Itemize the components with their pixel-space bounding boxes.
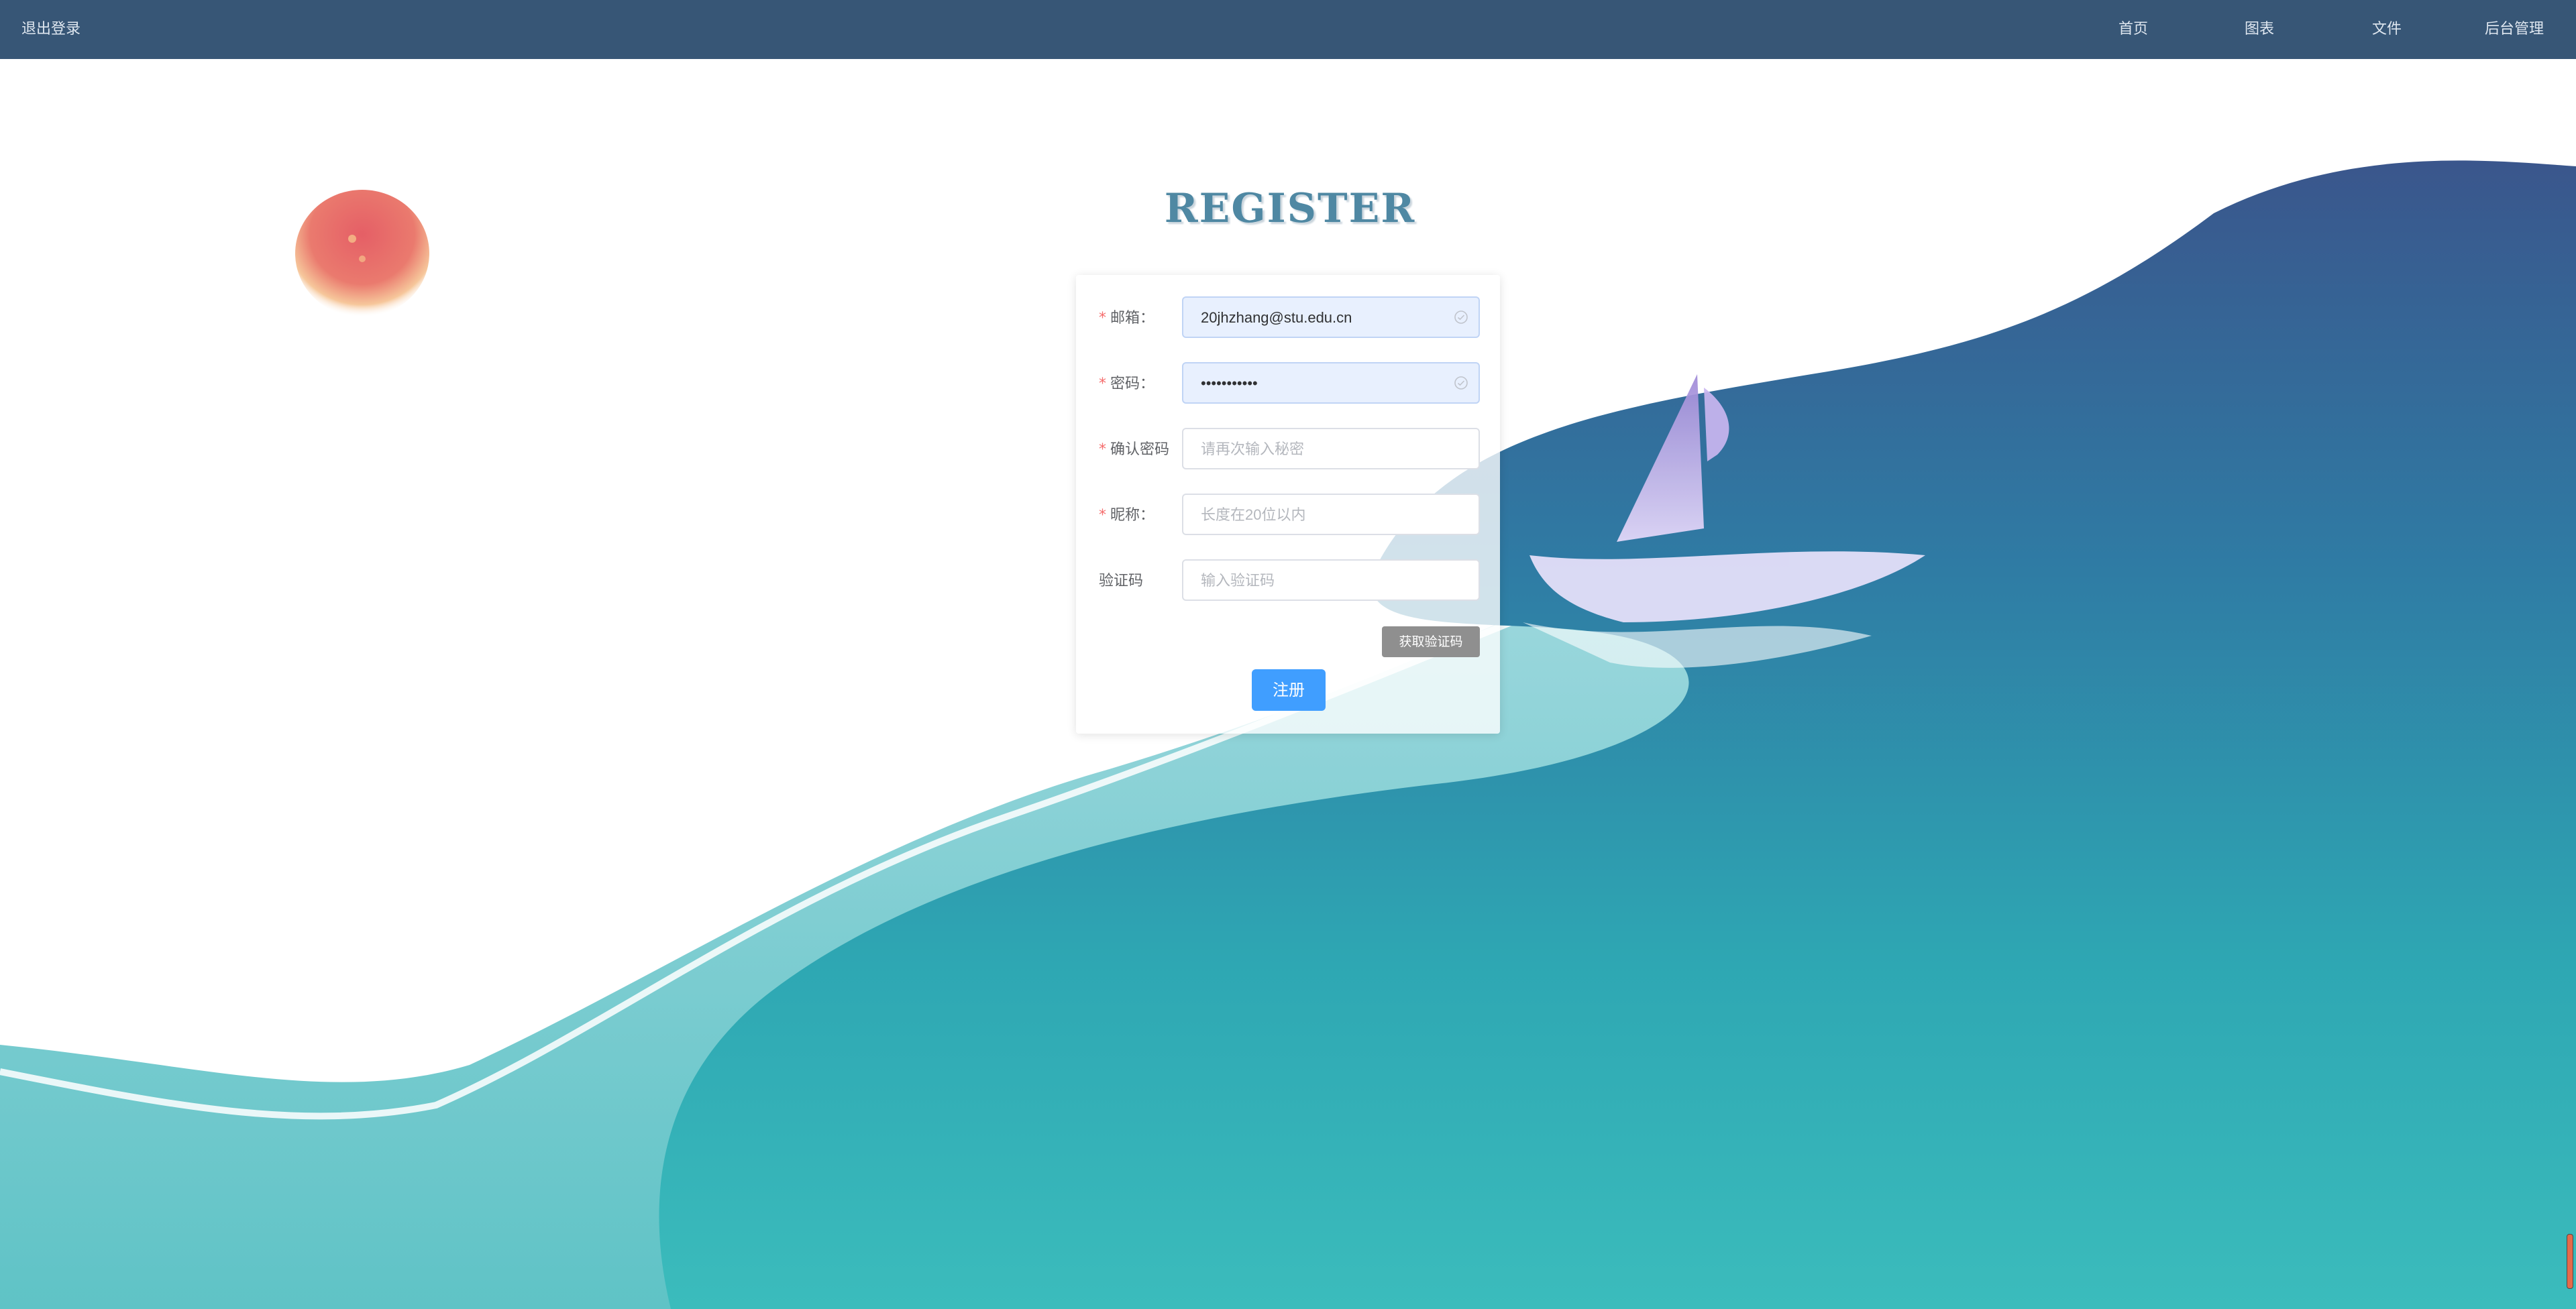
- email-field[interactable]: [1182, 296, 1480, 338]
- password-input[interactable]: [1199, 363, 1457, 404]
- get-code-button[interactable]: 获取验证码: [1382, 626, 1480, 657]
- confirm-password-field[interactable]: [1182, 428, 1480, 469]
- confirm-password-input[interactable]: [1199, 429, 1457, 469]
- top-navbar: 退出登录 首页 图表 文件 后台管理: [0, 0, 2576, 59]
- nav-home[interactable]: 首页: [2118, 0, 2148, 59]
- email-input[interactable]: [1199, 298, 1457, 338]
- password-label: * 密码：: [1099, 376, 1155, 392]
- nickname-label: * 昵称：: [1099, 507, 1155, 524]
- register-form: *邮箱： *密码： *确认密码 *昵称： 验证码 获取验证码 注册: [1076, 275, 1500, 734]
- circle-check-icon: [1454, 376, 1468, 390]
- nickname-input[interactable]: [1199, 495, 1457, 535]
- required-mark: *: [1099, 507, 1106, 524]
- confirm-password-row: * 确认密码: [1076, 428, 1500, 472]
- verification-code-field[interactable]: [1182, 559, 1480, 601]
- required-mark: *: [1099, 310, 1106, 327]
- password-row: * 密码：: [1076, 362, 1500, 406]
- nickname-row: * 昵称：: [1076, 494, 1500, 538]
- nav-admin[interactable]: 后台管理: [2485, 0, 2544, 59]
- verification-code-row: 验证码: [1076, 559, 1500, 604]
- email-row: * 邮箱：: [1076, 296, 1500, 341]
- verification-code-input[interactable]: [1199, 561, 1457, 601]
- nav-files[interactable]: 文件: [2372, 0, 2402, 59]
- email-label: * 邮箱：: [1099, 310, 1155, 327]
- confirm-password-label: * 确认密码: [1099, 441, 1170, 458]
- logout-link[interactable]: 退出登录: [21, 0, 80, 59]
- sun-illustration: [295, 190, 429, 317]
- verification-code-label: 验证码: [1099, 573, 1144, 589]
- nickname-field[interactable]: [1182, 494, 1480, 535]
- password-field[interactable]: [1182, 362, 1480, 404]
- required-mark: *: [1099, 376, 1106, 392]
- page-scrollbar-thumb[interactable]: [2567, 1234, 2573, 1289]
- register-title: REGISTER: [1164, 185, 1416, 232]
- register-submit-button[interactable]: 注册: [1252, 669, 1326, 711]
- required-mark: *: [1099, 441, 1106, 458]
- nav-charts[interactable]: 图表: [2245, 0, 2274, 59]
- circle-check-icon: [1454, 310, 1468, 324]
